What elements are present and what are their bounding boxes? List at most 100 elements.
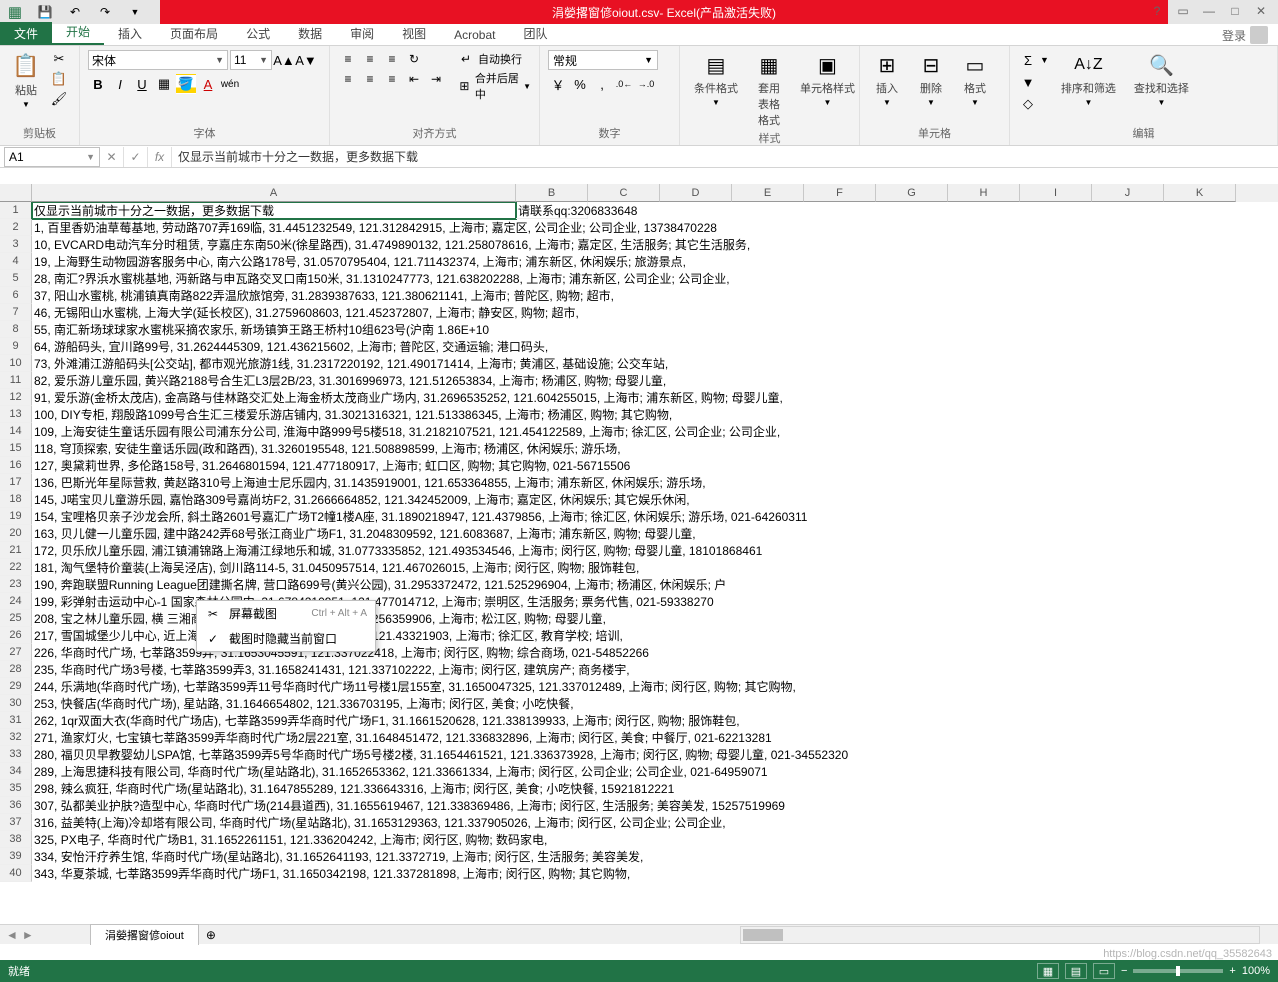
row-header[interactable]: 28 [0,661,32,678]
table-row[interactable]: 637, 阳山水蜜桃, 桃浦镇真南路822弄温欣旅馆旁, 31.28393876… [0,287,1278,304]
autosum-icon[interactable]: Σ [1018,50,1038,70]
spreadsheet-grid[interactable]: A B C D E F G H I J K 1 仅显示当前城市十分之一数据，更多… [0,184,1278,924]
percent-button[interactable]: % [570,74,590,94]
dec-dec-button[interactable]: →.0 [636,74,656,94]
table-row[interactable]: 13100, DIY专柜, 翔殷路1099号合生汇三楼爱乐游店铺内, 31.30… [0,406,1278,423]
format-button[interactable]: ▭格式▼ [956,50,994,109]
row-header[interactable]: 18 [0,491,32,508]
cell-b1[interactable] [516,202,588,219]
table-row[interactable]: 16127, 奥黛莉世界, 多伦路158号, 31.2646801594, 12… [0,457,1278,474]
table-row[interactable]: 35298, 辣么疯狂, 华商时代广场(星站路北), 31.1647855289… [0,780,1278,797]
tab-acrobat[interactable]: Acrobat [440,25,509,45]
table-row[interactable]: 15118, 穹顶探索, 安徒生童话乐园(政和路西), 31.326019554… [0,440,1278,457]
tab-team[interactable]: 团队 [509,22,561,45]
cut-icon[interactable]: ✂ [50,50,68,68]
row-header[interactable]: 24 [0,593,32,610]
tab-view[interactable]: 视图 [388,22,440,45]
sort-filter-button[interactable]: A↓Z排序和筛选▼ [1055,50,1122,109]
border-button[interactable]: ▦ [154,74,174,94]
tab-review[interactable]: 审阅 [336,22,388,45]
font-name-combo[interactable]: 宋体▼ [88,50,228,70]
bold-button[interactable]: B [88,74,108,94]
col-header-k[interactable]: K [1164,184,1236,202]
pinyin-button[interactable]: wén [220,74,240,94]
row-header[interactable]: 6 [0,287,32,304]
fill-down-icon[interactable]: ▼ [1018,72,1038,92]
row-header[interactable]: 32 [0,729,32,746]
qat-dropdown-icon[interactable]: ▼ [124,3,146,21]
row-header[interactable]: 12 [0,389,32,406]
col-header-c[interactable]: C [588,184,660,202]
table-row[interactable]: 419, 上海野生动物园游客服务中心, 南六公路178号, 31.0570795… [0,253,1278,270]
rows-container[interactable]: 1 仅显示当前城市十分之一数据，更多数据下载 请联系qq:3206833648 … [0,202,1278,882]
tab-file[interactable]: 文件 [0,22,52,45]
cell-a1[interactable]: 仅显示当前城市十分之一数据，更多数据下载 [32,202,516,219]
align-right-icon[interactable]: ≡ [382,70,402,88]
view-normal-icon[interactable]: ▦ [1037,963,1059,979]
table-row[interactable]: 39334, 安怡汗疗养生馆, 华商时代广场(星站路北), 31.1652641… [0,848,1278,865]
table-row[interactable]: 36307, 弘都美业护肤?造型中心, 华商时代广场(214县道西), 31.1… [0,797,1278,814]
tab-home[interactable]: 开始 [52,20,104,45]
table-row[interactable]: 964, 游船码头, 宜川路99号, 31.2624445309, 121.43… [0,338,1278,355]
row-header[interactable]: 26 [0,627,32,644]
tab-insert[interactable]: 插入 [104,22,156,45]
row-header[interactable]: 21 [0,542,32,559]
font-size-combo[interactable]: 11▼ [230,50,272,70]
tab-data[interactable]: 数据 [284,22,336,45]
table-row[interactable]: 855, 南汇新场球球家水蜜桃采摘农家乐, 新场镇笋王路王桥村10组623号(沪… [0,321,1278,338]
row-header[interactable]: 8 [0,321,32,338]
row-header[interactable]: 31 [0,712,32,729]
table-row[interactable]: 23190, 奔跑联盟Running League团建撕名牌, 营口路699号(… [0,576,1278,593]
table-row[interactable]: 30253, 快餐店(华商时代广场), 星站路, 31.1646654802, … [0,695,1278,712]
row-header[interactable]: 17 [0,474,32,491]
row-header[interactable]: 23 [0,576,32,593]
maximize-icon[interactable]: □ [1224,2,1246,20]
col-header-f[interactable]: F [804,184,876,202]
table-row[interactable]: 19154, 宝哩格贝亲子沙龙会所, 斜土路2601号嘉汇广场T2幢1楼A座, … [0,508,1278,525]
sheet-nav[interactable]: ◄► [0,928,90,942]
minimize-icon[interactable]: — [1198,2,1220,20]
cell-styles-button[interactable]: ▣单元格样式▼ [794,50,861,109]
table-row[interactable]: 1291, 爱乐游(金桥太茂店), 金高路与佳林路交汇处上海金桥太茂商业广场内,… [0,389,1278,406]
close-icon[interactable]: ✕ [1250,2,1272,20]
table-row[interactable]: 34289, 上海思捷科技有限公司, 华商时代广场(星站路北), 31.1652… [0,763,1278,780]
zoom-level[interactable]: 100% [1242,965,1270,977]
font-color-button[interactable]: A [198,74,218,94]
align-left-icon[interactable]: ≡ [338,70,358,88]
align-center-icon[interactable]: ≡ [360,70,380,88]
undo-icon[interactable]: ↶ [64,3,86,21]
table-row[interactable]: 1073, 外滩浦江游船码头[公交站], 都市观光旅游1线, 31.231722… [0,355,1278,372]
table-row[interactable]: 27226, 华商时代广场, 七莘路3599弄, 31.1653045591, … [0,644,1278,661]
dec-inc-button[interactable]: .0← [614,74,634,94]
table-row[interactable]: 24199, 彩弹射击运动中心-1 国家森林公园内, 31.6784210951… [0,593,1278,610]
view-page-icon[interactable]: ▤ [1065,963,1087,979]
view-break-icon[interactable]: ▭ [1093,963,1115,979]
col-header-h[interactable]: H [948,184,1020,202]
copy-icon[interactable]: 📋 [50,70,68,88]
row-header[interactable]: 25 [0,610,32,627]
enter-formula-icon[interactable]: ✓ [124,147,148,167]
row-header[interactable]: 34 [0,763,32,780]
login[interactable]: 登录 [1222,26,1268,44]
col-header-j[interactable]: J [1092,184,1164,202]
row-header[interactable]: 35 [0,780,32,797]
select-all-corner[interactable] [0,184,32,202]
cond-format-button[interactable]: ▤条件格式▼ [688,50,744,109]
row-header[interactable]: 10 [0,355,32,372]
currency-button[interactable]: ￥ [548,74,568,94]
sheet-tab[interactable]: 涓嫈撂窗偐oiout [90,924,199,945]
table-row[interactable]: 33280, 福贝贝早教婴幼儿SPA馆, 七莘路3599弄5号华商时代广场5号楼… [0,746,1278,763]
clear-icon[interactable]: ◇ [1018,94,1038,114]
col-header-d[interactable]: D [660,184,732,202]
menu-screenshot[interactable]: ✂ 屏幕截图 Ctrl + Alt + A [197,601,375,626]
formula-value[interactable]: 仅显示当前城市十分之一数据，更多数据下载 [172,148,1278,165]
ribbon-opts-icon[interactable]: ▭ [1172,2,1194,20]
number-format-combo[interactable]: 常规▼ [548,50,658,70]
table-row[interactable]: 746, 无锡阳山水蜜桃, 上海大学(延长校区), 31.2759608603,… [0,304,1278,321]
table-row[interactable]: 25208, 宝之林儿童乐园, 横 三湘商业广场F2, 31.119617467… [0,610,1278,627]
table-row[interactable]: 21172, 贝乐欣儿童乐园, 浦江镇浦锦路上海浦江绿地乐和城, 31.0773… [0,542,1278,559]
row-header[interactable]: 11 [0,372,32,389]
orientation-icon[interactable]: ↻ [404,50,424,68]
table-row[interactable]: 29244, 乐满地(华商时代广场), 七莘路3599弄11号华商时代广场11号… [0,678,1278,695]
col-header-i[interactable]: I [1020,184,1092,202]
